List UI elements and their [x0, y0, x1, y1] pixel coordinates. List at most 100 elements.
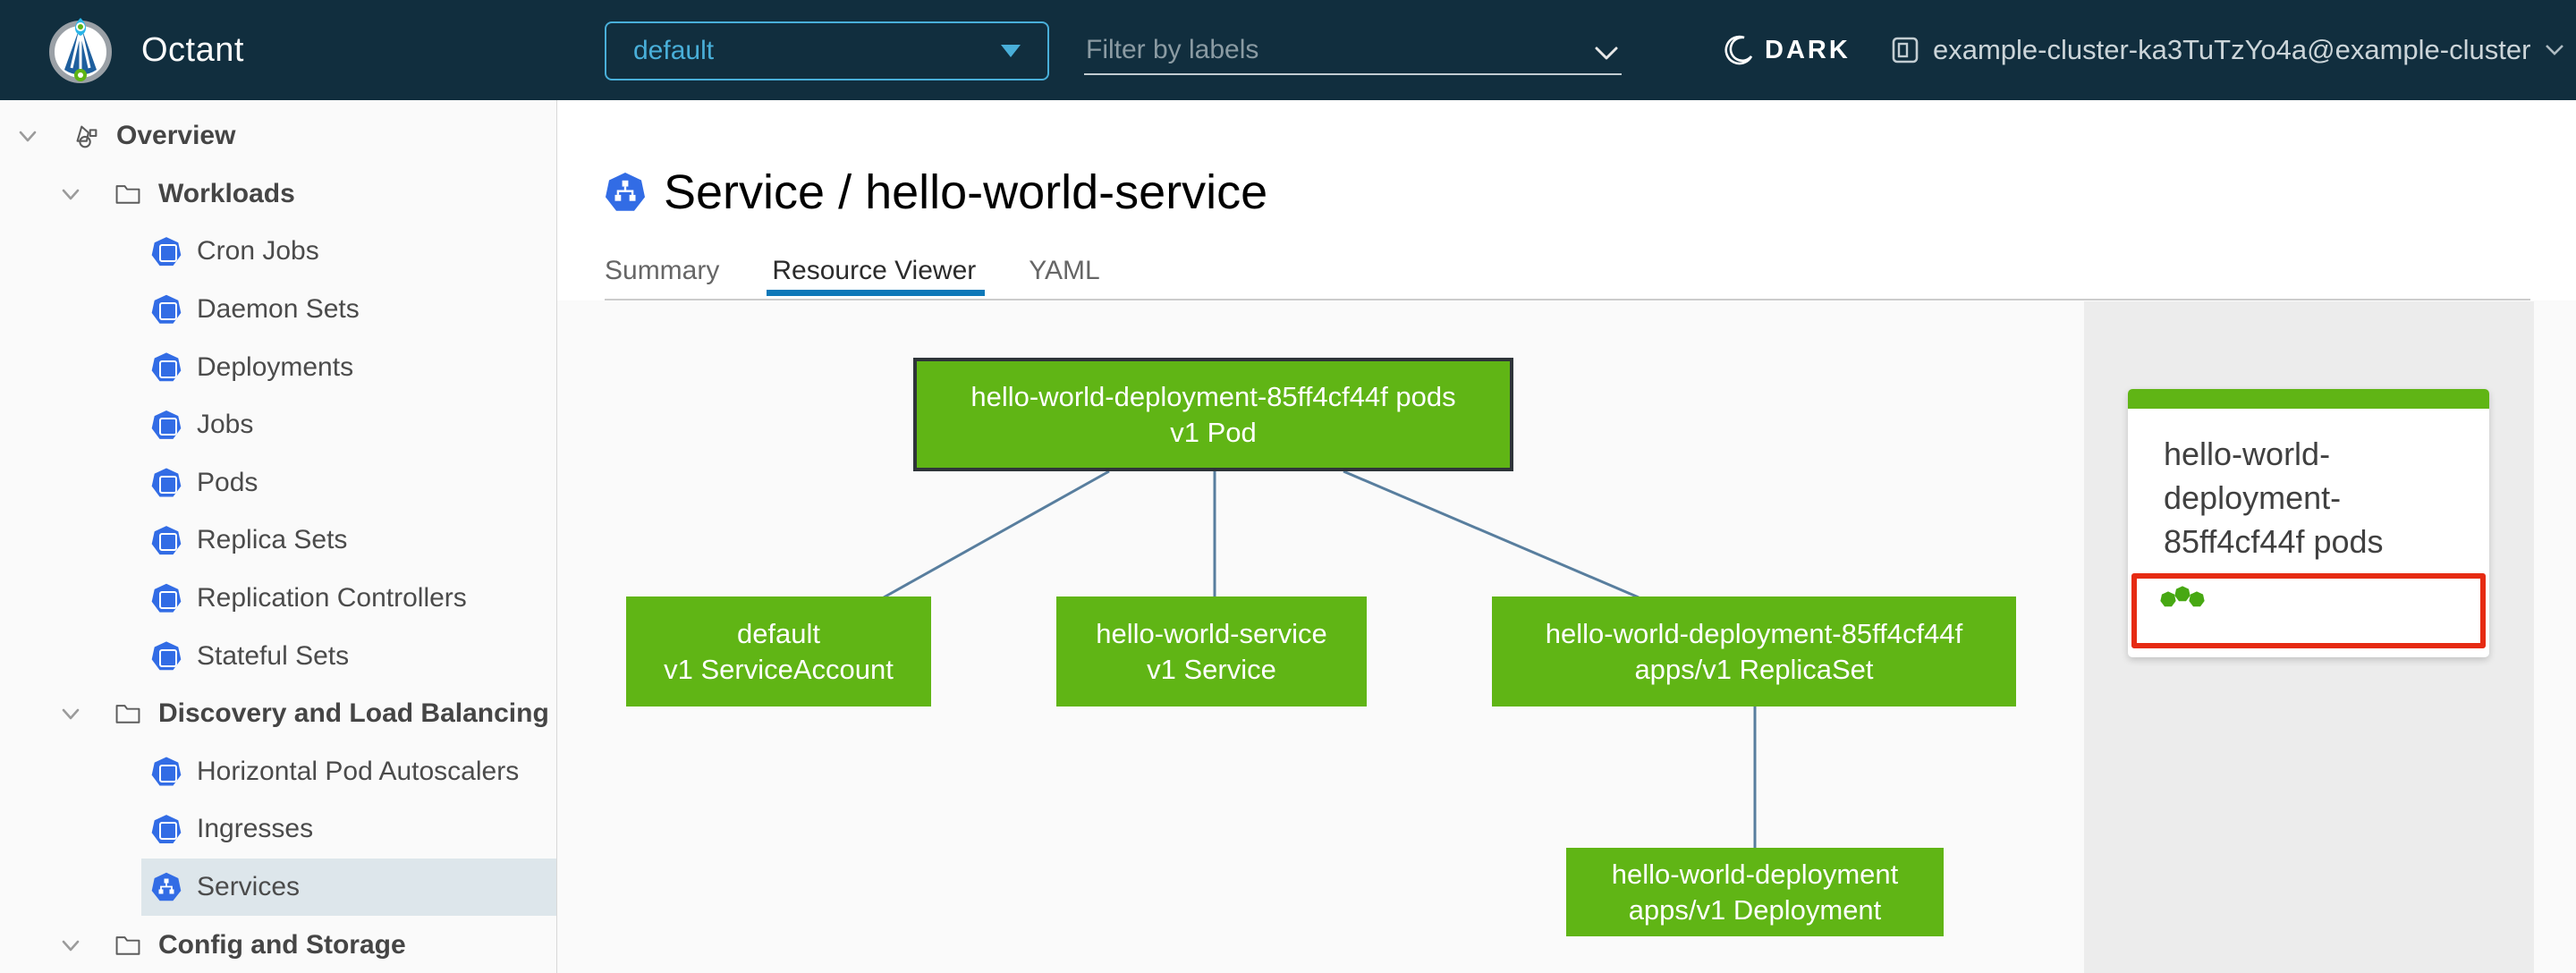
cluster-icon — [1892, 37, 1919, 63]
replication-controllers-icon — [151, 583, 182, 613]
sidebar-item-replication-controllers[interactable]: Replication Controllers — [0, 570, 556, 628]
octant-logo-icon — [45, 14, 116, 86]
page-title: Service / hello-world-service — [664, 165, 1268, 219]
namespace-value: default — [633, 36, 715, 65]
node-title: hello-world-deployment-85ff4cf44f pods — [970, 380, 1456, 412]
pods-icon — [151, 468, 182, 497]
deployments-icon — [151, 352, 182, 382]
node-subtitle: v1 Service — [1147, 653, 1276, 685]
node-title: hello-world-deployment-85ff4cf44f — [1545, 617, 1963, 649]
app-title: Octant — [141, 30, 244, 69]
cluster-selector[interactable]: example-cluster-ka3TuTzYo4a@example-clus… — [1891, 0, 2565, 100]
selected-node-card: hello-world-deployment-85ff4cf44f pods — [2128, 389, 2489, 657]
chevron-down-icon[interactable] — [59, 702, 82, 725]
jobs-icon — [151, 410, 182, 439]
sidebar-item-config-and-storage[interactable]: Config and Storage — [0, 916, 556, 973]
sidebar-item-label: Ingresses — [197, 814, 314, 844]
tab-yaml[interactable]: YAML — [1029, 258, 1099, 284]
graph-node-pod[interactable]: hello-world-deployment-85ff4cf44f pods v… — [913, 358, 1513, 471]
services-icon — [151, 872, 182, 901]
card-status-bar — [2128, 389, 2489, 409]
sidebar-item-overview[interactable]: Overview — [0, 107, 556, 165]
chevron-down-icon — [1595, 47, 1618, 60]
graph-node-service[interactable]: hello-world-service v1 Service — [1056, 596, 1367, 706]
sidebar-item-label: Overview — [116, 121, 236, 151]
sidebar-item-ingresses[interactable]: Ingresses — [0, 800, 556, 859]
sidebar-item-workloads[interactable]: Workloads — [0, 165, 556, 224]
cluster-name: example-cluster-ka3TuTzYo4a@example-clus… — [1933, 34, 2531, 65]
sidebar-item-label: Workloads — [158, 178, 295, 208]
sidebar-item-daemon-sets[interactable]: Daemon Sets — [0, 281, 556, 339]
node-title: default — [736, 617, 821, 649]
stateful-sets-icon — [151, 641, 182, 671]
sidebar-item-pods[interactable]: Pods — [0, 454, 556, 512]
sidebar-item-cron-jobs[interactable]: Cron Jobs — [0, 223, 556, 281]
dark-mode-label: DARK — [1765, 35, 1851, 64]
dark-mode-toggle[interactable]: DARK — [1723, 0, 1851, 100]
sidebar-item-label: Pods — [197, 467, 258, 497]
navigation-sidebar: Overview Workloads Cron Jobs Daemon Sets… — [0, 100, 557, 973]
pod-status-dot — [2160, 591, 2176, 607]
graph-edge — [883, 470, 1110, 599]
sidebar-item-jobs[interactable]: Jobs — [0, 396, 556, 454]
sidebar-item-label: Replica Sets — [197, 525, 348, 555]
sidebar-item-discovery-and-load-balancing[interactable]: Discovery and Load Balancing — [0, 685, 556, 743]
resource-viewer-canvas: hello-world-deployment-85ff4cf44f pods v… — [557, 300, 2576, 973]
node-title: hello-world-deployment — [1611, 858, 1899, 890]
dropdown-caret-icon — [1001, 45, 1021, 57]
sidebar-item-stateful-sets[interactable]: Stateful Sets — [0, 627, 556, 685]
service-resource-icon — [606, 173, 645, 211]
graph-edge — [1343, 470, 1640, 599]
sidebar-item-services[interactable]: Services — [141, 858, 556, 917]
folder-icon — [115, 935, 140, 955]
app-header: Octant default DARK example-cluster-ka3T… — [0, 0, 2576, 100]
sidebar-item-label: Replication Controllers — [197, 583, 467, 613]
replica-sets-icon — [151, 526, 182, 555]
sidebar-item-label: Discovery and Load Balancing — [158, 698, 549, 729]
sidebar-item-label: Horizontal Pod Autoscalers — [197, 756, 520, 786]
sidebar-item-label: Cron Jobs — [197, 236, 319, 267]
tab-resource-viewer[interactable]: Resource Viewer — [767, 258, 986, 296]
tab-summary[interactable]: Summary — [605, 258, 719, 284]
chevron-down-icon[interactable] — [59, 934, 82, 957]
sidebar-item-label: Jobs — [197, 410, 254, 440]
tab-bar: Summary Resource Viewer YAML — [605, 258, 1100, 296]
navigation-tree: Overview Workloads Cron Jobs Daemon Sets… — [0, 100, 556, 973]
node-subtitle: v1 Pod — [1170, 416, 1257, 448]
chevron-down-icon — [2546, 45, 2564, 55]
sidebar-item-horizontal-pod-autoscalers[interactable]: Horizontal Pod Autoscalers — [0, 743, 556, 801]
horizontal-pod-autoscalers-icon — [151, 757, 182, 786]
folder-icon — [115, 705, 140, 723]
pod-status-dot — [2174, 586, 2190, 602]
sidebar-item-label: Stateful Sets — [197, 640, 350, 671]
graph-node-deployment[interactable]: hello-world-deployment apps/v1 Deploymen… — [1566, 848, 1944, 936]
cron-jobs-icon — [151, 237, 182, 267]
pod-status-dot — [2189, 591, 2205, 607]
filter-labels-input[interactable] — [1084, 25, 1622, 73]
sidebar-item-label: Daemon Sets — [197, 294, 360, 325]
folder-icon — [115, 185, 140, 204]
ingresses-icon — [151, 815, 182, 844]
graph-node-replicaset[interactable]: hello-world-deployment-85ff4cf44f apps/v… — [1492, 596, 2016, 706]
daemon-sets-icon — [151, 294, 182, 324]
chevron-down-icon[interactable] — [59, 182, 82, 206]
moon-icon — [1724, 35, 1753, 65]
graph-node-serviceaccount[interactable]: default v1 ServiceAccount — [626, 596, 931, 706]
node-subtitle: v1 ServiceAccount — [664, 653, 894, 685]
node-subtitle: apps/v1 Deployment — [1628, 893, 1882, 926]
main-content: Service / hello-world-service Summary Re… — [557, 100, 2576, 973]
node-title: hello-world-service — [1096, 617, 1327, 649]
detail-panel: hello-world-deployment-85ff4cf44f pods — [2084, 301, 2534, 973]
card-title: hello-world-deployment-85ff4cf44f pods — [2164, 436, 2384, 560]
sidebar-item-label: Services — [197, 872, 301, 902]
sidebar-item-deployments[interactable]: Deployments — [0, 338, 556, 396]
sidebar-item-label: Deployments — [197, 351, 354, 382]
node-subtitle: apps/v1 ReplicaSet — [1634, 653, 1874, 685]
selection-highlight-box — [2131, 573, 2486, 648]
sidebar-item-label: Config and Storage — [158, 929, 406, 960]
applications-icon — [76, 125, 97, 148]
filter-labels-field[interactable] — [1084, 25, 1622, 75]
namespace-select[interactable]: default — [605, 21, 1049, 80]
chevron-down-icon[interactable] — [16, 124, 39, 148]
sidebar-item-replica-sets[interactable]: Replica Sets — [0, 512, 556, 570]
